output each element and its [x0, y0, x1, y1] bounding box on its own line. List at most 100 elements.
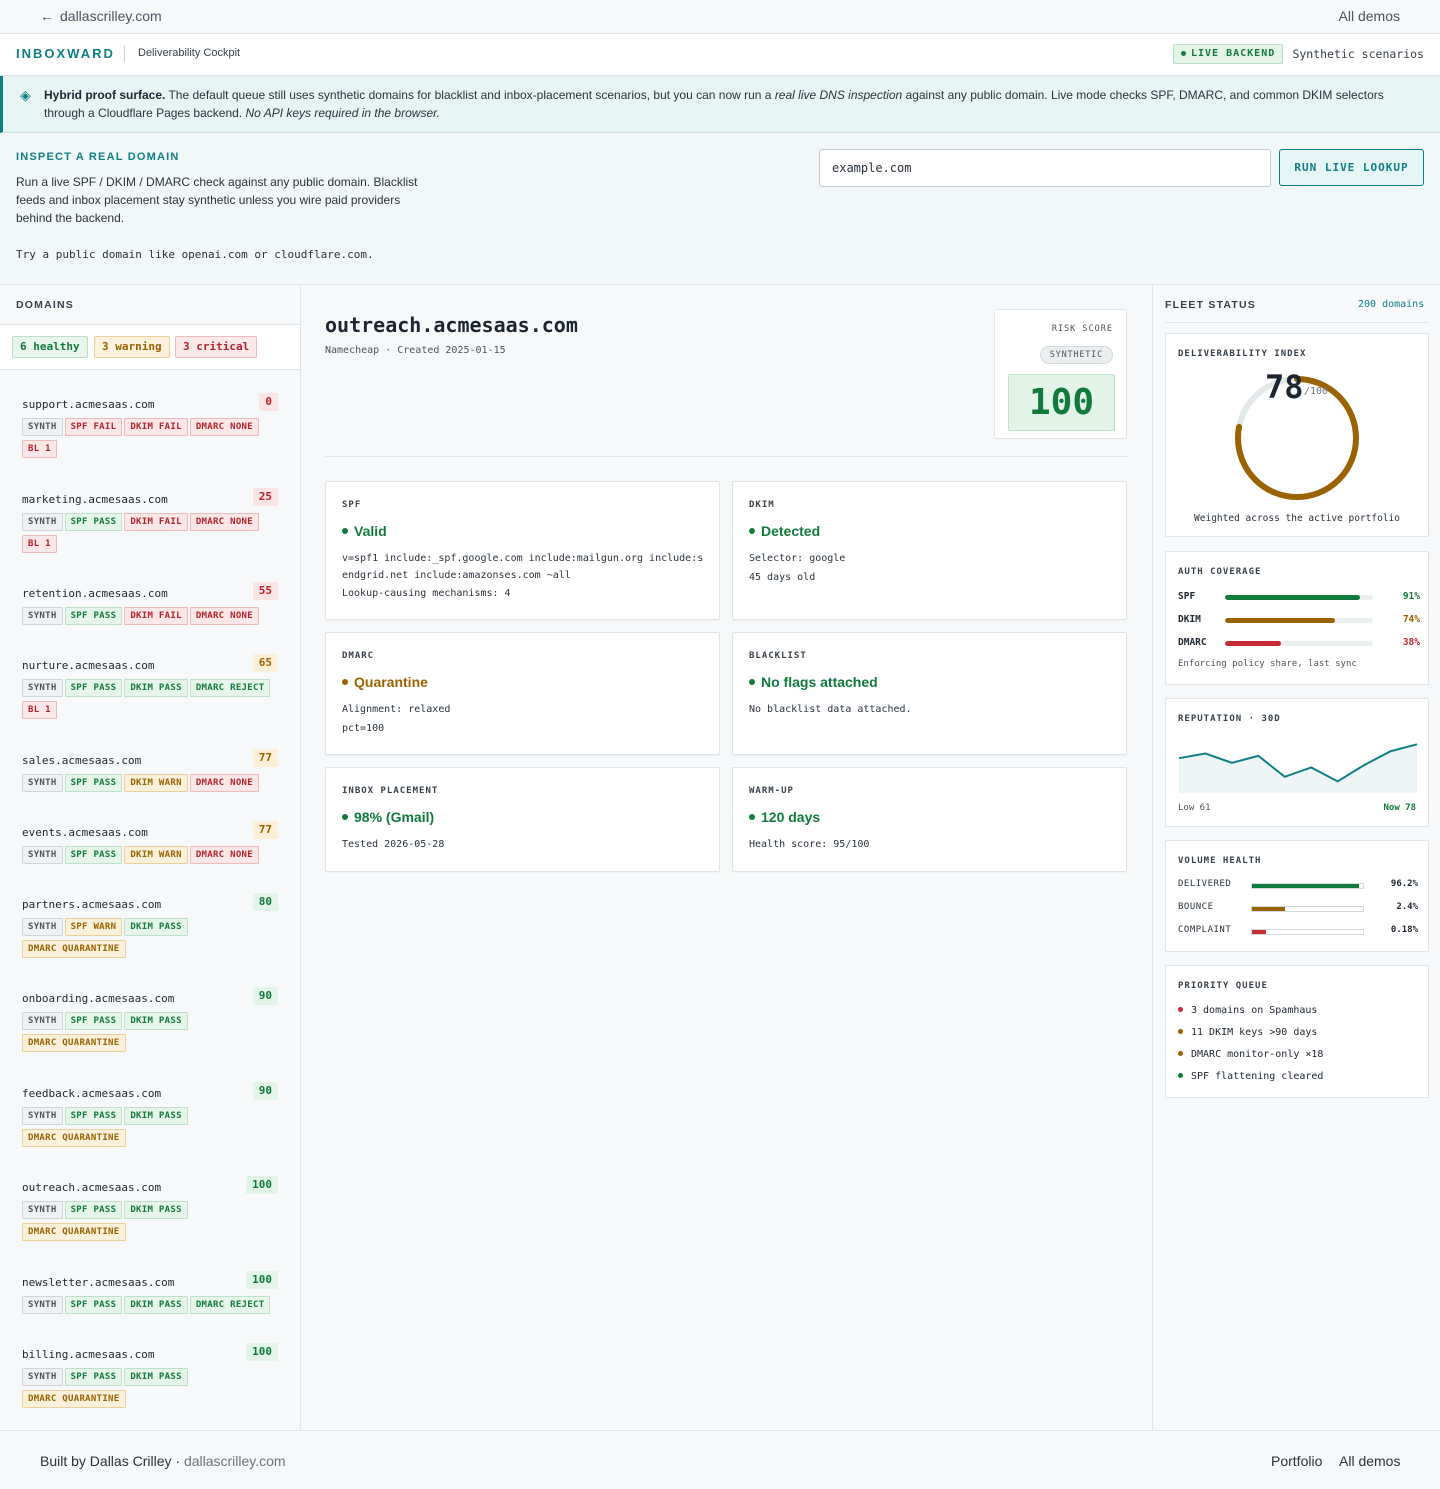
detail-domain-title: outreach.acmesaas.com	[325, 313, 578, 337]
fleet-domain-count: 200 domains	[1358, 299, 1425, 310]
domains-header: DOMAINS	[0, 285, 300, 325]
domain-name: nurture.acmesaas.com	[22, 659, 155, 672]
filter-healthy[interactable]: 6 healthy	[12, 336, 88, 358]
domain-name: retention.acmesaas.com	[22, 587, 168, 600]
domain-name: outreach.acmesaas.com	[22, 1181, 162, 1194]
inbox-card-details: Tested 2026-05-28	[342, 839, 445, 850]
volume-track	[1251, 883, 1364, 889]
priority-dot-icon	[1178, 1028, 1183, 1034]
status-tag: DKIM PASS	[124, 1201, 188, 1219]
spf-card-status: Valid	[342, 523, 387, 539]
volume-track	[1251, 906, 1364, 912]
status-tag: DKIM FAIL	[124, 607, 188, 625]
warmup-status-label: 120 days	[761, 809, 821, 825]
status-tag: DMARC QUARANTINE	[22, 1223, 126, 1241]
priority-queue-text: 3 domains on Spamhaus	[1191, 1005, 1318, 1016]
spf-record: v=spf1 include:_spf.google.com include:m…	[342, 553, 704, 581]
volume-label: BOUNCE	[1178, 902, 1214, 912]
synthetic-scenarios-toggle[interactable]: Synthetic scenarios	[1292, 47, 1424, 61]
all-demos-link[interactable]: All demos	[1339, 8, 1400, 24]
auth-coverage-row: SPF 91%	[1178, 591, 1420, 605]
dkim-age: 45 days old	[749, 572, 816, 583]
dkim-card: DKIM Detected Selector: google 45 days ol…	[732, 481, 1127, 620]
status-tag: BL 1	[22, 440, 57, 458]
status-dot-icon	[342, 814, 348, 821]
fleet-status-panel: FLEET STATUS 200 domains DELIVERABILITY …	[1152, 285, 1440, 1430]
status-dot-icon	[749, 528, 755, 535]
auth-coverage-label: SPF	[1178, 591, 1196, 602]
domain-name: sales.acmesaas.com	[22, 754, 142, 767]
reputation-card: REPUTATION · 30D Low 61 Now 78	[1165, 698, 1429, 827]
back-link[interactable]: ← dallascrilley.com	[40, 8, 162, 24]
domain-name: billing.acmesaas.com	[22, 1348, 155, 1361]
volume-value: 96.2%	[1390, 879, 1418, 889]
domain-name: marketing.acmesaas.com	[22, 493, 168, 506]
status-tag: DMARC REJECT	[189, 679, 271, 697]
status-tag: DMARC NONE	[189, 774, 259, 792]
auth-coverage-label: DKIM	[1178, 614, 1201, 625]
volume-value: 0.18%	[1390, 925, 1418, 935]
volume-fill	[1252, 907, 1286, 911]
status-tag: DMARC NONE	[189, 513, 259, 531]
reputation-sparkline	[1178, 743, 1418, 793]
status-tag: SYNTH	[22, 918, 63, 936]
domain-name: feedback.acmesaas.com	[22, 1087, 162, 1100]
dmarc-card-details: Alignment: relaxed pct=100	[342, 701, 704, 737]
priority-queue-text: DMARC monitor-only ×18	[1191, 1049, 1324, 1060]
priority-queue-item[interactable]: SPF flattening cleared	[1178, 1071, 1323, 1082]
diamond-icon: ◈	[20, 87, 31, 103]
dmarc-card-title: DMARC	[342, 651, 375, 661]
priority-queue-item[interactable]: 11 DKIM keys >90 days	[1178, 1027, 1317, 1038]
live-badge-label: LIVE BACKEND	[1191, 48, 1276, 59]
volume-health-row: BOUNCE 2.4%	[1178, 902, 1418, 916]
inspect-title: INSPECT A REAL DOMAIN	[16, 151, 180, 163]
status-tag: DMARC QUARANTINE	[22, 1034, 126, 1052]
blacklist-card: BLACKLIST No flags attached No blacklist…	[732, 632, 1127, 755]
dkim-status-label: Detected	[761, 523, 821, 539]
priority-queue-item[interactable]: 3 domains on Spamhaus	[1178, 1005, 1317, 1016]
footer-site-link[interactable]: dallascrilley.com	[184, 1453, 286, 1469]
status-tag: DKIM WARN	[124, 846, 188, 864]
auth-coverage-track	[1225, 595, 1373, 600]
auth-coverage-track	[1225, 641, 1373, 646]
domain-name: onboarding.acmesaas.com	[22, 992, 175, 1005]
filter-critical[interactable]: 3 critical	[175, 336, 258, 358]
domain-score-badge: 25	[252, 488, 278, 506]
status-tag: DMARC REJECT	[189, 1296, 271, 1314]
auth-coverage-title: AUTH COVERAGE	[1178, 567, 1262, 577]
priority-queue-text: SPF flattening cleared	[1191, 1071, 1324, 1082]
volume-health-card: VOLUME HEALTH DELIVERED 96.2% BOUNCE 2.4% CO…	[1165, 840, 1429, 952]
risk-score-label: RISK SCORE	[1051, 324, 1113, 334]
footer-portfolio-link[interactable]: Portfolio	[1271, 1453, 1322, 1469]
domain-tags: SYNTH SPF PASS DKIM FAIL DMARC NONE	[22, 607, 280, 629]
domain-score-badge: 80	[252, 893, 278, 911]
status-tag: DKIM WARN	[124, 774, 188, 792]
domain-tags: SYNTH SPF PASS DKIM WARN DMARC NONE	[22, 774, 280, 796]
back-link-label: dallascrilley.com	[60, 8, 162, 24]
domain-name: support.acmesaas.com	[22, 398, 155, 411]
status-tag: DMARC NONE	[189, 846, 259, 864]
domain-score-badge: 90	[252, 1082, 278, 1100]
run-live-lookup-button[interactable]: RUN LIVE LOOKUP	[1279, 149, 1424, 186]
banner-lead: Hybrid proof surface.	[44, 88, 166, 102]
auth-coverage-track	[1225, 618, 1373, 623]
domain-input[interactable]: example.com	[819, 149, 1271, 187]
auth-coverage-row: DMARC 38%	[1178, 637, 1420, 651]
status-tag: SPF PASS	[64, 1012, 123, 1030]
status-tag: DKIM PASS	[124, 1368, 188, 1386]
app-header: INBOXWARD Deliverability Cockpit LIVE BA…	[0, 34, 1440, 76]
footer-credit: Built by Dallas Crilley · dallascrilley.…	[40, 1453, 286, 1469]
warmup-card-status: 120 days	[749, 809, 820, 825]
deliverability-index-title: DELIVERABILITY INDEX	[1178, 349, 1307, 359]
dmarc-pct: pct=100	[342, 723, 385, 734]
spf-card-details: v=spf1 include:_spf.google.com include:m…	[342, 550, 704, 602]
synthetic-badge: SYNTHETIC	[1039, 346, 1113, 364]
footer-all-demos-link[interactable]: All demos	[1339, 1453, 1400, 1469]
status-tag: DKIM PASS	[124, 679, 188, 697]
filter-warning[interactable]: 3 warning	[94, 336, 170, 358]
page-footer: Built by Dallas Crilley · dallascrilley.…	[0, 1430, 1440, 1489]
dmarc-card-status: Quarantine	[342, 674, 428, 690]
auth-coverage-value: 38%	[1402, 637, 1420, 648]
spf-card-title: SPF	[342, 500, 362, 510]
priority-queue-item[interactable]: DMARC monitor-only ×18	[1178, 1049, 1323, 1060]
